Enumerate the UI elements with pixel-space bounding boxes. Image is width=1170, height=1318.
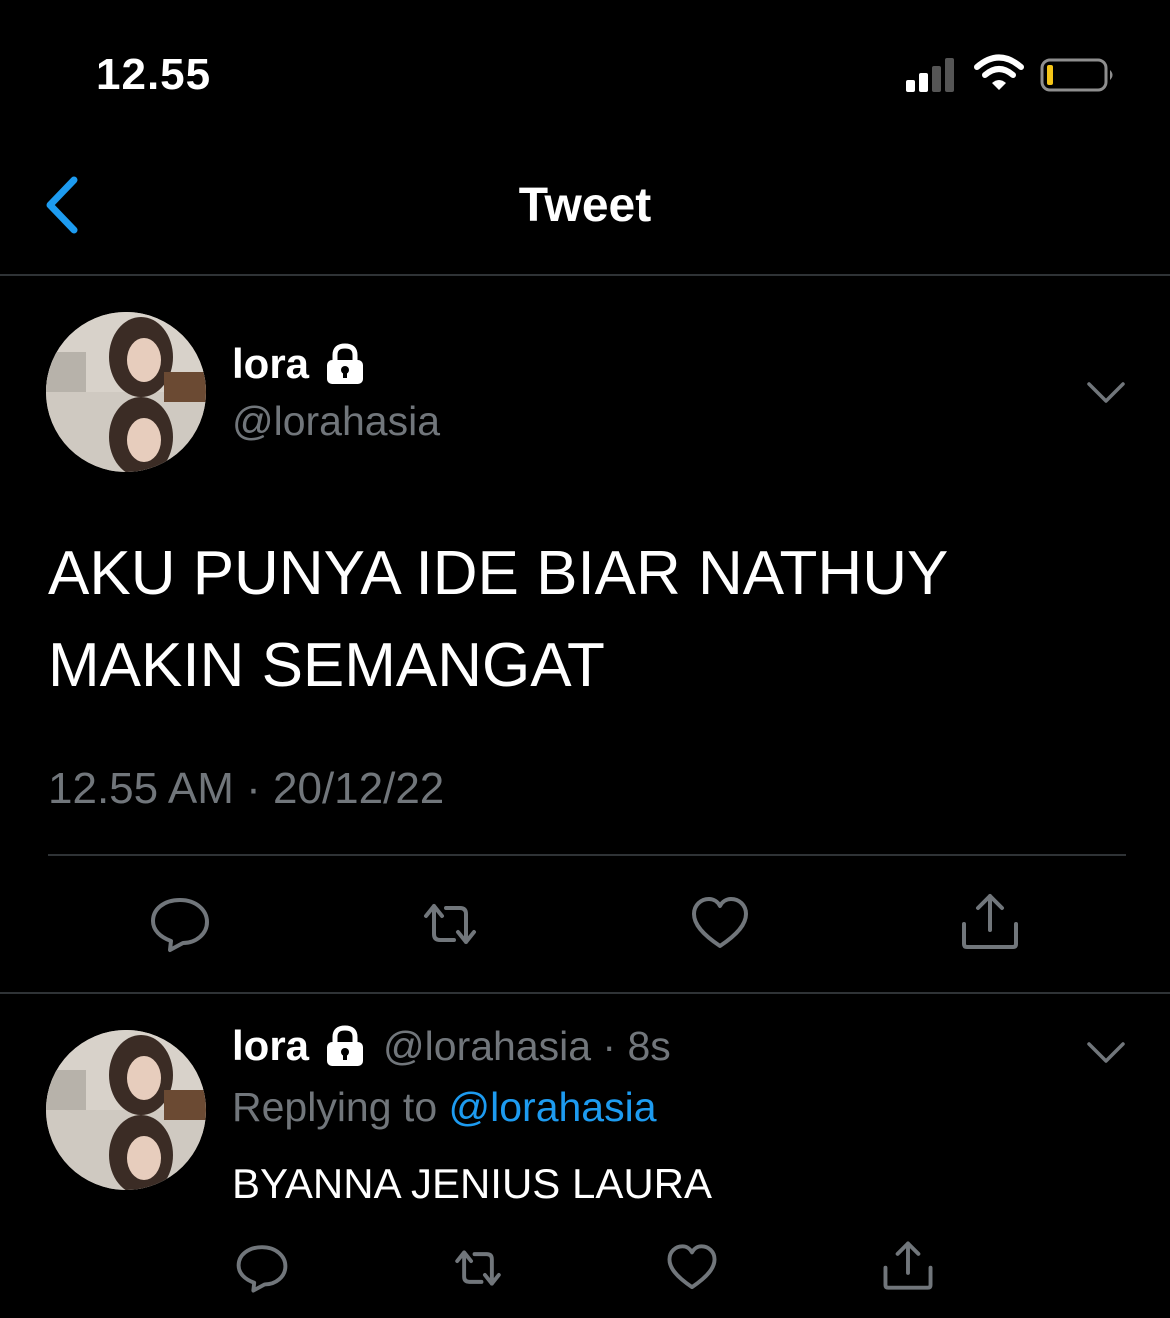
divider xyxy=(48,854,1126,856)
tweet-text: AKU PUNYA IDE BIAR NATHUY MAKIN SEMANGAT xyxy=(48,528,1128,712)
lock-icon xyxy=(327,343,364,384)
page-title: Tweet xyxy=(518,179,652,232)
like-icon[interactable] xyxy=(666,1242,718,1294)
reply-icon[interactable] xyxy=(236,1242,288,1294)
avatar[interactable] xyxy=(46,312,206,472)
reply-avatar[interactable] xyxy=(46,1030,206,1190)
author-handle[interactable]: @lorahasia xyxy=(232,398,440,445)
tweet-text-line: AKU PUNYA IDE BIAR NATHUY xyxy=(48,539,949,608)
author-name[interactable]: lora xyxy=(232,340,367,388)
reply-handle-time[interactable]: @lorahasia · 8s xyxy=(383,1023,671,1070)
replying-mention-link[interactable]: @lorahasia xyxy=(449,1084,657,1130)
share-icon[interactable] xyxy=(960,892,1020,952)
replying-to: Replying to @lorahasia xyxy=(232,1084,657,1131)
reply-header: lora @lorahasia · 8s xyxy=(232,1022,671,1070)
retweet-icon[interactable] xyxy=(452,1242,504,1294)
author-name-text: lora xyxy=(232,340,310,387)
replying-prefix: Replying to xyxy=(232,1084,449,1130)
retweet-icon[interactable] xyxy=(420,894,480,954)
reply-icon[interactable] xyxy=(150,894,210,954)
nav-divider xyxy=(0,274,1170,276)
like-icon[interactable] xyxy=(690,894,750,954)
lock-icon xyxy=(327,1025,364,1066)
tweet-text-line: MAKIN SEMANGAT xyxy=(48,631,605,700)
wifi-icon xyxy=(974,54,1024,90)
cellular-signal-icon xyxy=(906,58,954,92)
reply-author-name[interactable]: lora xyxy=(232,1022,309,1070)
reply-text: BYANNA JENIUS LAURA xyxy=(232,1160,713,1207)
battery-icon xyxy=(1040,58,1113,92)
share-icon[interactable] xyxy=(882,1240,934,1292)
divider xyxy=(0,992,1170,994)
tweet-timestamp[interactable]: 12.55 AM · 20/12/22 xyxy=(48,764,444,814)
status-time: 12.55 xyxy=(96,50,212,99)
chevron-down-icon[interactable] xyxy=(1086,1040,1126,1066)
chevron-down-icon[interactable] xyxy=(1086,380,1126,406)
